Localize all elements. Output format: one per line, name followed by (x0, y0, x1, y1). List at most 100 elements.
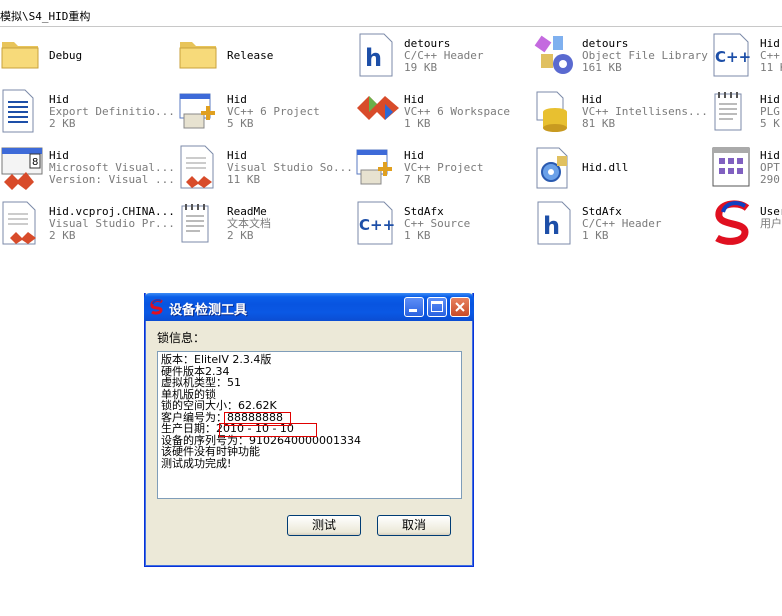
file-item[interactable]: Hid VC++ 6 Workspace 1 KB (355, 84, 525, 138)
file-item[interactable]: Hid Export Definitio... 2 KB (0, 84, 175, 138)
file-size: 1 KB (582, 229, 609, 242)
close-icon (455, 302, 465, 312)
file-name: Release (227, 49, 274, 62)
file-text: Hid Visual Studio So... 11 KB (227, 150, 353, 186)
file-text: detours C/C++ Header 19 KB (404, 38, 483, 74)
vc-project-icon (178, 88, 222, 134)
minimize-icon (409, 309, 417, 312)
address-bar[interactable]: 模拟\S4_HID重构 (0, 0, 782, 27)
file-name: Hid.dll (582, 161, 629, 174)
file-text: Hid.vcproj.CHINA... Visual Studio Pr... 2 … (49, 206, 175, 242)
database-icon (533, 88, 577, 134)
address-path: 模拟\S4_HID重构 (0, 10, 91, 23)
file-size: 7 KB (404, 173, 431, 186)
dialog-titlebar[interactable]: 设备检测工具 (144, 293, 474, 321)
file-text: Hid VC++ Project 7 KB (404, 150, 483, 186)
file-item[interactable]: Hid VC++ Project 7 KB (355, 140, 525, 194)
file-item[interactable]: h detours C/C++ Header 19 KB (355, 28, 525, 82)
file-text: HidC++11 K (760, 38, 782, 74)
file-size: 1 KB (404, 117, 431, 130)
file-size: Version: Visual ... (49, 173, 175, 186)
file-text: Hid.OPT290 (760, 150, 782, 186)
file-name: Debug (49, 49, 83, 62)
maximize-button[interactable] (427, 297, 447, 317)
file-size: 2 KB (227, 229, 254, 242)
file-size: 5 KB (227, 117, 254, 130)
file-size: 290 (760, 173, 780, 186)
file-item[interactable]: Hid Visual Studio So... 11 KB (178, 140, 353, 194)
file-size: 2 KB (49, 229, 76, 242)
file-item[interactable]: ReadMe 文本文档 2 KB (178, 196, 348, 250)
cancel-button[interactable]: 取消 (377, 515, 451, 536)
info-line: 该硬件没有时钟功能 (161, 445, 260, 458)
file-text: StdAfx C++ Source 1 KB (404, 206, 470, 242)
info-line: 版本：EliteIV 2.3.4版 (161, 353, 272, 366)
file-text: Hid VC++ 6 Workspace 1 KB (404, 94, 510, 130)
notepad-icon (711, 88, 755, 134)
opt-file-icon (711, 144, 755, 190)
minimize-button[interactable] (404, 297, 424, 317)
file-size: 1 KB (404, 229, 431, 242)
vc-workspace-icon (355, 88, 399, 134)
production-date-highlight (219, 423, 317, 437)
file-text: Release (227, 50, 273, 62)
file-type: 用户 (760, 217, 782, 230)
notepad-icon (178, 200, 222, 246)
cpp-source-icon: C++ (355, 200, 399, 246)
svg-text:h: h (365, 44, 382, 72)
library-icon (533, 32, 577, 78)
file-item[interactable]: Hid VC++ Intellisens... 81 KB (533, 84, 708, 138)
file-item[interactable]: Hid PLG 5 K (711, 84, 782, 138)
file-size: 11 K (760, 61, 782, 74)
vs-solution-icon: 8 (0, 144, 44, 190)
file-size: 81 KB (582, 117, 616, 130)
svg-text:h: h (543, 212, 560, 240)
vs-user-icon (0, 200, 44, 246)
test-button[interactable]: 测试 (287, 515, 361, 536)
file-text: Hid PLG 5 K (760, 94, 780, 130)
file-item[interactable]: Hid.dll (533, 140, 703, 194)
file-item[interactable]: C++ StdAfx C++ Source 1 KB (355, 196, 525, 250)
file-size: 19 KB (404, 61, 438, 74)
file-size: 11 KB (227, 173, 261, 186)
folder-icon (178, 32, 222, 78)
file-item[interactable]: User用户 (711, 196, 782, 250)
file-text: Hid.dll (582, 162, 628, 174)
file-text: Hid VC++ 6 Project 5 KB (227, 94, 320, 130)
file-item[interactable]: Hid.vcproj.CHINA... Visual Studio Pr... 2 … (0, 196, 175, 250)
file-size: 5 K (760, 117, 780, 130)
file-item[interactable]: Hid.OPT290 (711, 140, 782, 194)
file-text: Hid VC++ Intellisens... 81 KB (582, 94, 708, 130)
file-text: ReadMe 文本文档 2 KB (227, 206, 271, 242)
c-header-icon: h (355, 32, 399, 78)
file-text: detours Object File Library 161 KB (582, 38, 708, 74)
file-item[interactable]: C++ HidC++11 K (711, 28, 782, 82)
vc-project-icon (355, 144, 399, 190)
file-item[interactable]: h StdAfx C/C++ Header 1 KB (533, 196, 703, 250)
svg-text:8: 8 (32, 157, 38, 168)
maximize-icon (431, 301, 443, 312)
file-text: Debug (49, 50, 82, 62)
file-item[interactable]: 8 Hid Microsoft Visual... Version: Visual .… (0, 140, 175, 194)
file-text: Hid Microsoft Visual... Version: Visual ..… (49, 150, 175, 186)
file-item[interactable]: detours Object File Library 161 KB (533, 28, 708, 82)
app-s-logo-icon (150, 299, 163, 315)
file-item[interactable]: Release (178, 28, 348, 82)
file-list: Debug Release h detours C/C++ Header 19 KB det… (0, 28, 782, 268)
dll-gear-icon (533, 144, 577, 190)
file-item[interactable]: Hid VC++ 6 Project 5 KB (178, 84, 348, 138)
info-line: 测试成功完成! (161, 456, 232, 470)
text-document-icon (0, 88, 44, 134)
app-s-logo-icon (711, 200, 755, 246)
c-header-icon: h (533, 200, 577, 246)
device-test-dialog: 设备检测工具 锁信息： 版本：EliteIV 2.3.4版 硬件版本2.34 虚… (144, 293, 474, 567)
cpp-source-icon: C++ (711, 32, 755, 78)
file-size: 161 KB (582, 61, 622, 74)
svg-text:C++: C++ (359, 216, 395, 234)
file-item[interactable]: Debug (0, 28, 170, 82)
close-button[interactable] (450, 297, 470, 317)
file-text: Hid Export Definitio... 2 KB (49, 94, 175, 130)
file-text: User用户 (760, 206, 782, 230)
dialog-title: 设备检测工具 (169, 303, 248, 318)
svg-text:C++: C++ (715, 48, 751, 66)
